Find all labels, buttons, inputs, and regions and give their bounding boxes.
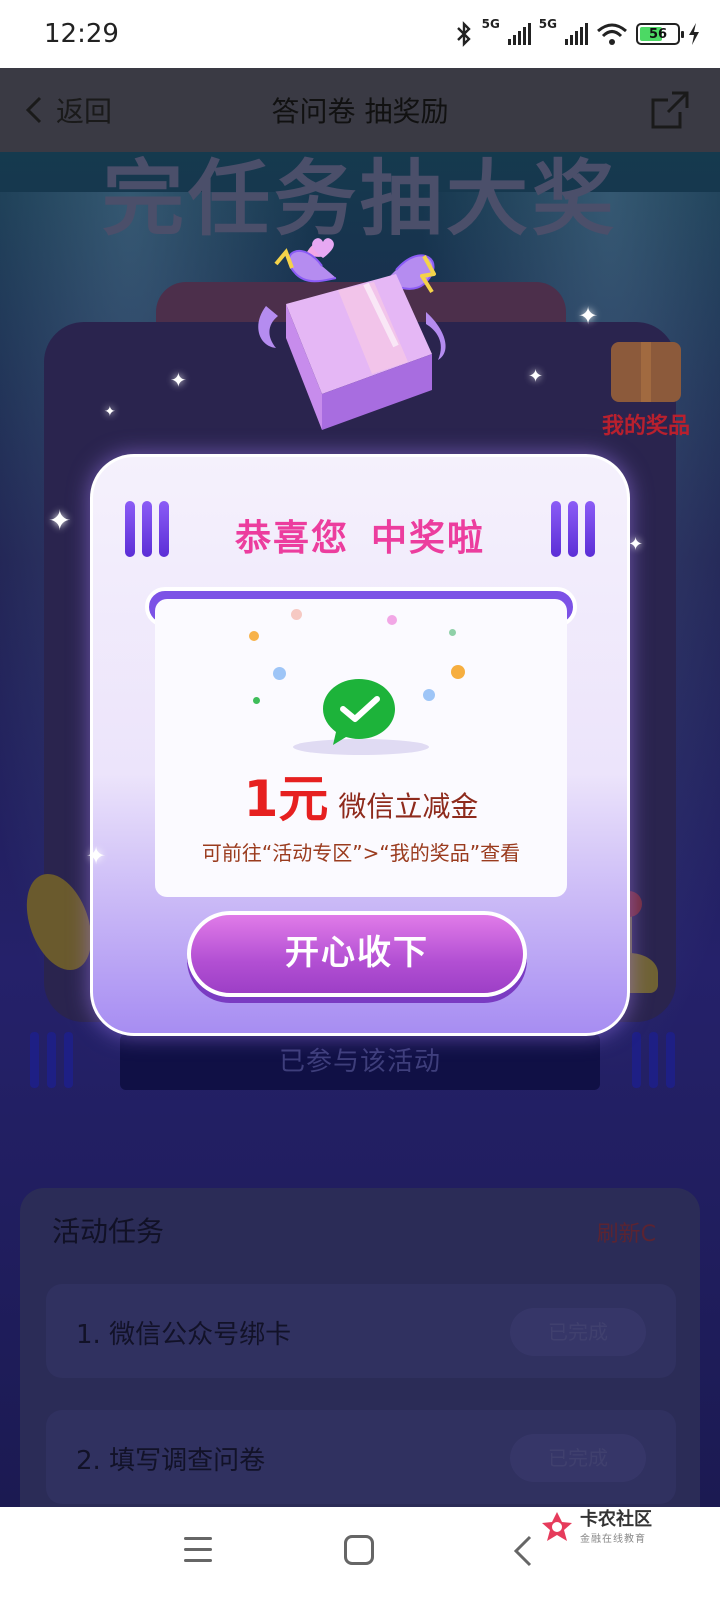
bluetooth-icon: [456, 21, 471, 47]
watermark-name: 卡农社区: [580, 1508, 652, 1530]
refresh-button[interactable]: 刷新C: [597, 1216, 656, 1248]
task-status-button[interactable]: 已完成: [510, 1308, 646, 1356]
joined-row: 已参与该活动: [0, 1032, 720, 1092]
watermark: 卡农社区 金融在线教育: [540, 1504, 700, 1550]
bars-decoration-right: [632, 1032, 675, 1088]
menu-icon[interactable]: [184, 1537, 214, 1563]
joystick-decoration: [600, 891, 658, 997]
task-card: 活动任务 刷新C 1. 微信公众号绑卡 已完成 2. 填写调查问卷 已完成: [20, 1188, 700, 1507]
joined-button[interactable]: 已参与该活动: [120, 1034, 600, 1090]
gift-icon: [611, 342, 681, 402]
charging-icon: [689, 23, 699, 45]
my-prize-label: 我的奖品: [601, 414, 690, 439]
task-item: 2. 填写调查问卷 已完成: [46, 1410, 676, 1504]
watermark-logo-icon: [542, 1512, 572, 1541]
nav-bar: 返回 答问卷 抽奖励: [0, 68, 720, 152]
accept-prize-button[interactable]: 开心收下: [187, 911, 527, 997]
activity-page: 完任务抽大奖 我的奖品 已参与该活动 活动任务 刷新C 1. 微信公众号绑卡 已…: [0, 152, 720, 1507]
bars-decoration-left: [30, 1032, 73, 1088]
battery-level: 56: [648, 26, 668, 42]
task-item: 1. 微信公众号绑卡 已完成: [46, 1284, 676, 1378]
network-type-1: 5G: [481, 17, 500, 31]
task-item-label: 2. 填写调查问卷: [76, 1446, 266, 1476]
back-icon[interactable]: [508, 1533, 538, 1569]
network-type-2: 5G: [538, 17, 557, 31]
task-status-button[interactable]: 已完成: [510, 1434, 646, 1482]
task-card-title: 活动任务: [52, 1215, 165, 1248]
signal-icon-2: [565, 23, 588, 45]
wifi-icon: [597, 23, 627, 45]
banner-title: 完任务抽大奖: [101, 152, 618, 247]
status-icons: 5G 5G 56: [454, 17, 700, 47]
home-icon[interactable]: [344, 1535, 374, 1565]
watermark-tagline: 金融在线教育: [580, 1533, 646, 1545]
back-label: 返回: [56, 95, 113, 128]
status-bar: 12:29 5G 5G 56: [0, 0, 720, 68]
battery-icon: 56: [636, 23, 684, 45]
task-item-label: 1. 微信公众号绑卡: [76, 1320, 292, 1350]
status-time: 12:29: [44, 19, 119, 49]
share-icon[interactable]: [650, 90, 690, 130]
back-button[interactable]: 返回: [22, 90, 112, 130]
chevron-left-icon: [25, 96, 42, 124]
signal-icon: [507, 23, 531, 45]
my-prize-entry[interactable]: 我的奖品: [586, 342, 706, 440]
